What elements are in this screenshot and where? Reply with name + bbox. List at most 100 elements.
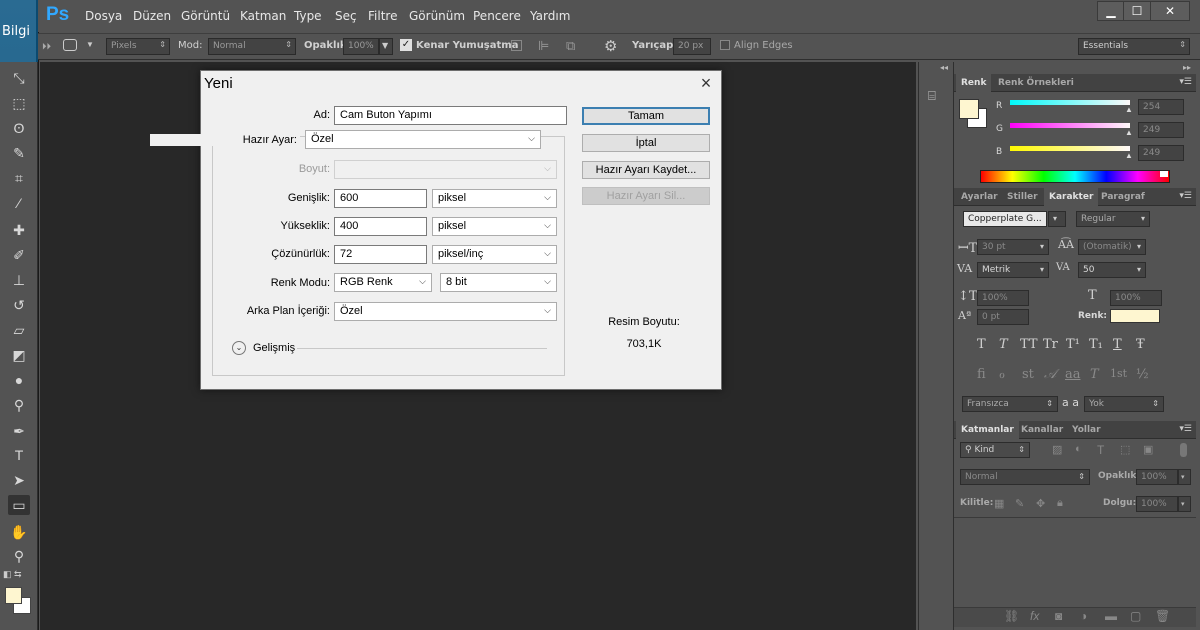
r-slider[interactable] — [1010, 100, 1130, 105]
menu-duzen[interactable]: Düzen — [133, 9, 171, 23]
tab-katmanlar[interactable]: Katmanlar — [956, 421, 1019, 439]
blur-tool-icon[interactable]: ● — [8, 370, 30, 390]
radius-input[interactable]: 20 px — [673, 38, 711, 55]
new-group-icon[interactable]: ▬ — [1105, 609, 1117, 623]
baseline-input[interactable]: 0 pt — [977, 309, 1029, 325]
hand-tool-icon[interactable]: ✋ — [8, 522, 30, 542]
horizontal-scale-input[interactable]: 100% — [1110, 290, 1162, 306]
layer-filter-kind[interactable]: ⚲ Kind ⇕ — [960, 442, 1030, 458]
layers-list[interactable] — [954, 517, 1196, 606]
opacity-dropdown-icon[interactable]: ▼ — [379, 38, 393, 55]
fractions-icon[interactable]: ½ — [1136, 367, 1149, 382]
g-input[interactable]: 249 — [1138, 122, 1184, 138]
menu-dosya[interactable]: Dosya — [85, 9, 122, 23]
lasso-tool-icon[interactable]: ʘ — [8, 118, 30, 138]
menu-goruntu[interactable]: Görüntü — [181, 9, 230, 23]
lock-pixels-icon[interactable]: ✎ — [1015, 497, 1024, 510]
height-input[interactable]: 400 — [334, 217, 427, 236]
tab-kanallar[interactable]: Kanallar — [1016, 421, 1068, 439]
background-select[interactable]: Özel ⌵ — [334, 302, 557, 321]
discretionary-ligatures-icon[interactable]: st — [1022, 367, 1034, 382]
resolution-unit-select[interactable]: piksel/inç ⌵ — [432, 245, 557, 264]
opacity-input[interactable]: 100% — [343, 38, 379, 55]
resolution-input[interactable]: 72 — [334, 245, 427, 264]
menu-filtre[interactable]: Filtre — [368, 9, 397, 23]
history-panel-icon[interactable]: ⌸ — [928, 88, 936, 104]
tab-paragraf[interactable]: Paragraf — [1096, 188, 1150, 206]
width-unit-select[interactable]: piksel ⌵ — [432, 189, 557, 208]
new-layer-icon[interactable]: ▢ — [1130, 609, 1141, 623]
antialias-select[interactable]: Yok ⇕ — [1084, 396, 1164, 412]
menu-gorunum[interactable]: Görünüm — [409, 9, 465, 23]
font-family-select[interactable]: Copperplate G... — [963, 211, 1047, 227]
r-input[interactable]: 254 — [1138, 99, 1184, 115]
color-spectrum[interactable] — [980, 170, 1170, 183]
tab-renk-ornekleri[interactable]: Renk Örnekleri — [993, 74, 1079, 92]
panel-menu-icon[interactable]: ▾☰ — [1179, 190, 1192, 201]
layer-opacity-dropdown-icon[interactable]: ▾ — [1178, 469, 1191, 485]
width-input[interactable]: 600 — [334, 189, 427, 208]
ok-button[interactable]: Tamam — [582, 107, 710, 125]
fx-icon[interactable]: fx — [1030, 609, 1039, 623]
link-layers-icon[interactable]: ⛓ — [1004, 609, 1019, 623]
old-style-icon[interactable]: ℴ — [999, 367, 1005, 382]
b-input[interactable]: 249 — [1138, 145, 1184, 161]
maximize-button[interactable]: ☐ — [1123, 1, 1151, 21]
menu-katman[interactable]: Katman — [240, 9, 286, 23]
height-unit-select[interactable]: piksel ⌵ — [432, 217, 557, 236]
underline-icon[interactable]: T — [1113, 337, 1122, 352]
advanced-expand-icon[interactable]: ⌄ — [232, 341, 246, 355]
superscript-icon[interactable]: T¹ — [1066, 337, 1080, 352]
vertical-scale-input[interactable]: 100% — [977, 290, 1029, 306]
stamp-tool-icon[interactable]: ⊥ — [8, 270, 30, 290]
eyedropper-tool-icon[interactable]: ⁄ — [8, 193, 30, 213]
dialog-close-icon[interactable]: × — [696, 73, 716, 93]
color-fg-swatch[interactable] — [959, 99, 979, 119]
menu-pencere[interactable]: Pencere — [473, 9, 521, 23]
tool-preset-chevron-icon[interactable]: ▼ — [86, 40, 94, 49]
close-button[interactable]: ✕ — [1150, 1, 1190, 21]
cancel-button[interactable]: İptal — [582, 134, 710, 152]
stylistic-alternates-icon[interactable]: aa — [1065, 367, 1081, 382]
spectrum-white-swatch[interactable] — [1160, 171, 1168, 177]
align-edges-checkbox[interactable] — [720, 40, 730, 50]
ordinals-icon[interactable]: 1st — [1110, 367, 1127, 380]
gear-icon[interactable]: ⚙ — [604, 37, 617, 55]
name-input[interactable]: Cam Buton Yapımı — [334, 106, 567, 125]
color-mode-select[interactable]: RGB Renk ⌵ — [334, 273, 432, 292]
filter-pixel-icon[interactable]: ▨ — [1052, 443, 1062, 456]
filter-shape-icon[interactable]: ⬚ — [1120, 443, 1130, 456]
b-slider-thumb[interactable]: ▲ — [1125, 151, 1133, 160]
tab-ayarlar[interactable]: Ayarlar — [956, 188, 1003, 206]
text-color-swatch[interactable] — [1110, 309, 1160, 323]
titling-alternates-icon[interactable]: T — [1090, 367, 1099, 382]
adjustment-layer-icon[interactable]: ◑ — [1080, 609, 1087, 623]
lock-transparent-icon[interactable]: ▦ — [994, 497, 1004, 510]
panel-menu-icon[interactable]: ▾☰ — [1179, 76, 1192, 87]
filter-type-icon[interactable]: T — [1097, 443, 1104, 457]
fill-input[interactable]: 100% — [1136, 496, 1178, 512]
antialias-checkbox[interactable]: ✓ — [400, 39, 412, 51]
menu-type[interactable]: Type — [294, 9, 322, 23]
eraser-tool-icon[interactable]: ▱ — [8, 320, 30, 340]
tab-karakter[interactable]: Karakter — [1044, 188, 1099, 206]
collapse-dock-icon[interactable]: ◂◂ — [940, 63, 948, 72]
preset-select[interactable]: Özel ⌵ — [305, 130, 541, 149]
swash-icon[interactable]: 𝒜 — [1044, 367, 1056, 382]
strikethrough-icon[interactable]: Ŧ — [1136, 337, 1145, 352]
path-arrange-icon[interactable]: ⧉ — [566, 38, 575, 54]
paint-bucket-icon[interactable]: ◩ — [8, 345, 30, 365]
menu-sec[interactable]: Seç — [335, 9, 357, 23]
path-align-icon[interactable]: ⊫ — [538, 38, 549, 54]
ligatures-icon[interactable]: fi — [977, 367, 986, 382]
workspace-select[interactable]: Essentials ⇕ — [1078, 38, 1190, 55]
move-tool-icon[interactable]: ⤡ — [8, 68, 30, 88]
advanced-label[interactable]: Gelişmiş — [253, 342, 295, 354]
faux-bold-icon[interactable]: T — [977, 337, 986, 352]
bit-depth-select[interactable]: 8 bit ⌵ — [440, 273, 557, 292]
add-mask-icon[interactable]: ◙ — [1055, 609, 1062, 623]
small-caps-icon[interactable]: Tr — [1043, 337, 1058, 352]
tab-yollar[interactable]: Yollar — [1067, 421, 1106, 439]
pixels-select[interactable]: Pixels ⇕ — [106, 38, 170, 55]
fill-dropdown-icon[interactable]: ▾ — [1178, 496, 1191, 512]
